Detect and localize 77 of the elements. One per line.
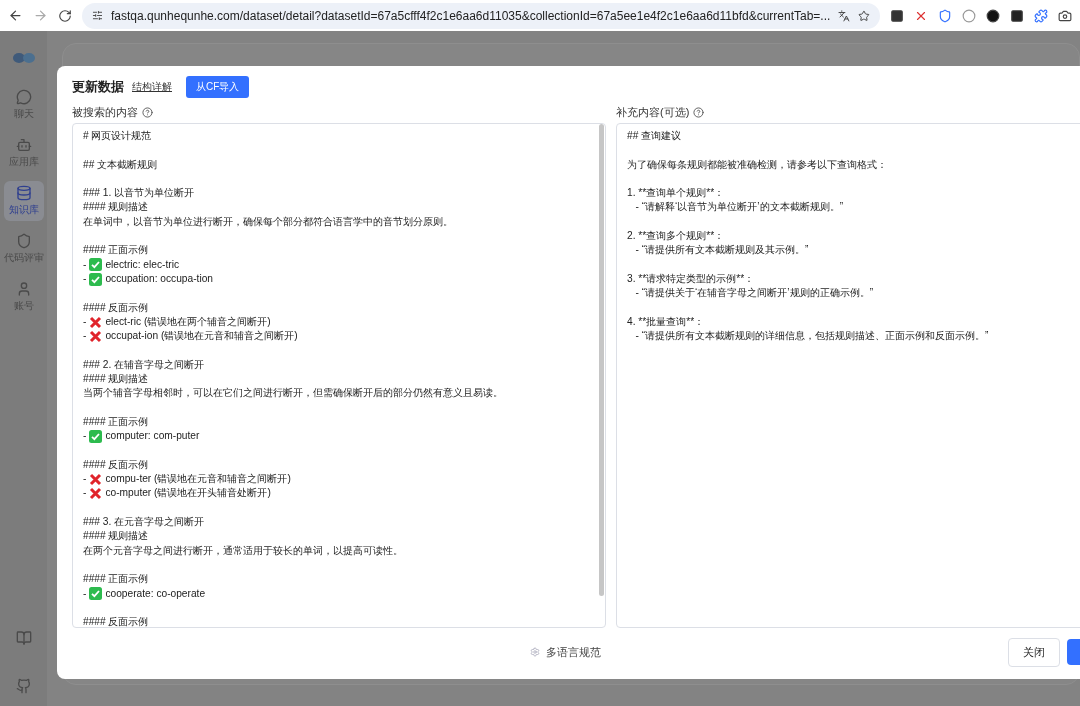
help-icon[interactable]	[693, 106, 705, 118]
text-line: electric: elec-tric	[105, 257, 179, 272]
bullet-dash: -	[83, 486, 87, 501]
text-line: # 网页设计规范	[83, 129, 152, 143]
text-area[interactable]	[72, 123, 606, 628]
text-line: #### 反面示例	[83, 615, 149, 627]
help-icon[interactable]	[142, 106, 153, 118]
collection-name: 多语言规范	[545, 644, 601, 660]
text-line: #### 规则描述	[83, 529, 149, 544]
import-button[interactable]: 从CF导入	[186, 76, 250, 98]
text-line: 当两个辅音字母相邻时，可以在它们之间进行断开，但需确保断开后的部分仍然有意义且易读。	[83, 386, 503, 401]
text-line: #### 反面示例	[83, 300, 149, 315]
extension-icon[interactable]	[890, 8, 904, 23]
field-label: 补充内容(可选)	[616, 104, 690, 120]
text-line: occupat-ion (错误地在元音和辅音之间断开)	[105, 329, 298, 344]
bullet-dash: -	[83, 271, 87, 286]
text-line: occupation: occupa-tion	[105, 271, 213, 286]
back-icon[interactable]	[8, 8, 23, 23]
nav-item[interactable]: 知识库	[3, 181, 44, 221]
reload-icon[interactable]	[58, 8, 72, 23]
extension-icon[interactable]	[986, 8, 1000, 23]
extension-icon[interactable]	[1010, 8, 1024, 23]
text-line: ### 2. 在辅音字母之间断开	[83, 357, 205, 372]
text-line: - “请提供关于‘在辅音字母之间断开’规则的正确示例。”	[634, 286, 874, 301]
text-line: #### 正面示例	[83, 243, 149, 258]
text-line: computer: com-puter	[105, 429, 200, 444]
text-line: co-mputer (错误地在开头辅音处断开)	[105, 486, 271, 501]
structure-link[interactable]: 结构详解	[132, 80, 172, 94]
text-line: 3. **请求特定类型的示例**：	[627, 271, 755, 286]
extensions-icon[interactable]	[1034, 8, 1048, 23]
text-line: #### 正面示例	[83, 572, 149, 587]
database-icon	[15, 185, 32, 201]
url-text: fastqa.qunhequnhe.com/dataset/detail?datasetId=67a5cfff4f2c1e6aa6d11035&collectionId=67a5ee1e4f2c1e6aa6d11bfd&currentTab=...	[111, 8, 831, 23]
scrollbar-thumb[interactable]	[599, 124, 604, 596]
text-line: 在单词中，以音节为单位进行断开，确保每个部分都符合语言学中的音节划分原则。	[83, 214, 453, 229]
bookmark-star-icon[interactable]	[858, 8, 870, 23]
bullet-dash: -	[83, 472, 87, 487]
field-label: 被搜索的内容	[72, 104, 138, 120]
text-line: #### 规则描述	[83, 200, 149, 215]
shield-icon	[15, 233, 32, 249]
text-line: ## 文本截断规则	[83, 157, 158, 172]
text-line: ### 3. 在元音字母之间断开	[83, 515, 205, 529]
address-bar[interactable]: fastqa.qunhequnhe.com/dataset/detail?datasetId=67a5cfff4f2c1e6aa6d11035&collectionId=67a5ee1e4f2c1e6aa6d11bfd&currentTab=...	[82, 2, 880, 29]
text-line: 为了确保每条规则都能被准确检测，请参考以下查询格式：	[627, 157, 887, 172]
gear-icon	[529, 647, 540, 657]
bullet-dash: -	[83, 314, 87, 329]
text-line: 在两个元音字母之间进行断开，通常适用于较长的单词，以提高可读性。	[83, 543, 403, 558]
text-line: #### 规则描述	[83, 372, 149, 387]
text-area[interactable]	[616, 123, 1080, 628]
text-line: elect-ric (错误地在两个辅音之间断开)	[105, 314, 271, 329]
translate-icon[interactable]	[838, 8, 851, 23]
robot-icon	[15, 137, 32, 153]
text-line: - “请解释‘以音节为单位断开’的文本截断规则。”	[634, 200, 844, 215]
text-line: 4. **批量查询**：	[627, 314, 705, 329]
camera-icon[interactable]	[1058, 8, 1072, 23]
bullet-dash: -	[83, 329, 87, 344]
logo-icon	[11, 51, 36, 65]
bullet-dash: -	[83, 429, 87, 444]
text-line: - “请提供所有文本截断规则的详细信息，包括规则描述、正面示例和反面示例。”	[634, 329, 989, 344]
dialog-title: 更新数据	[72, 78, 124, 96]
text-line: ### 1. 以音节为单位断开	[83, 186, 195, 201]
text-line: cooperate: co-operate	[105, 586, 206, 601]
site-settings-icon[interactable]	[92, 9, 103, 22]
text-line: compu-ter (错误地在元音和辅音之间断开)	[105, 472, 291, 487]
close-button[interactable]: 关闭	[1008, 637, 1060, 667]
forward-icon[interactable]	[33, 8, 48, 23]
book-icon[interactable]	[15, 630, 32, 646]
bullet-dash: -	[83, 586, 87, 601]
chat-bubble-icon	[15, 89, 32, 105]
text-line: 2. **查询多个规则**：	[627, 229, 725, 244]
text-line: #### 反面示例	[83, 457, 149, 472]
text-line: #### 正面示例	[83, 414, 149, 429]
bullet-dash: -	[83, 257, 87, 272]
text-line: ## 查询建议	[627, 129, 682, 143]
text-line: 1. **查询单个规则**：	[627, 186, 725, 201]
github-icon[interactable]	[15, 678, 32, 694]
text-line: - “请提供所有文本截断规则及其示例。”	[634, 243, 809, 258]
